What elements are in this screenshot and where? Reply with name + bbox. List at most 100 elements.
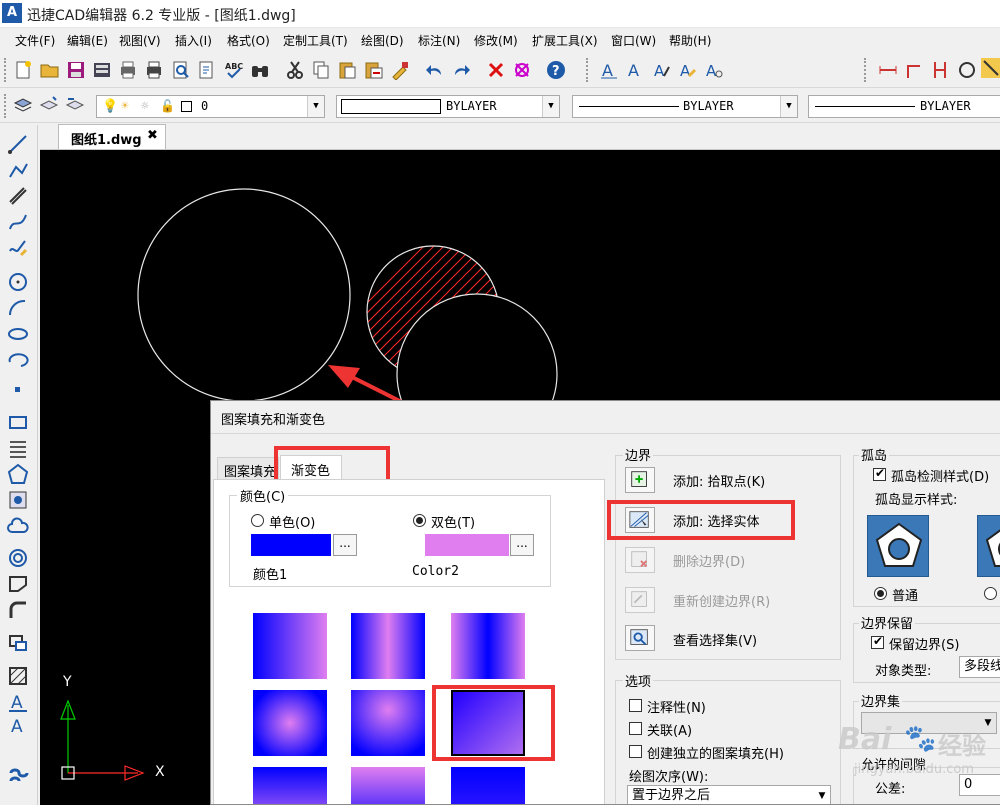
associative-checkbox[interactable] bbox=[629, 722, 642, 735]
angular-dimension-icon[interactable] bbox=[981, 58, 1000, 78]
menu-extension-tools[interactable]: 扩展工具(X) bbox=[532, 32, 598, 49]
save-icon[interactable] bbox=[66, 60, 86, 80]
draw-order-select[interactable]: 置于边界之后 ▼ bbox=[627, 785, 831, 804]
toolbar-grip[interactable] bbox=[864, 58, 868, 82]
radius-dimension-icon[interactable] bbox=[957, 60, 977, 80]
toolbar-grip[interactable] bbox=[4, 94, 8, 118]
view-selection-button[interactable] bbox=[625, 625, 655, 651]
layer-previous-icon[interactable] bbox=[65, 95, 85, 115]
document-tab[interactable]: 图纸1.dwg ✖ bbox=[58, 124, 166, 149]
color1-swatch[interactable] bbox=[251, 534, 331, 556]
revision-cloud-icon[interactable] bbox=[7, 515, 29, 537]
menu-window[interactable]: 窗口(W) bbox=[611, 32, 656, 49]
island-style-outer-preview[interactable] bbox=[977, 515, 1000, 577]
undo-icon[interactable] bbox=[425, 60, 445, 80]
erase-selection-icon[interactable] bbox=[512, 60, 532, 80]
paste-special-icon[interactable] bbox=[364, 60, 384, 80]
sketch-icon[interactable] bbox=[7, 237, 29, 259]
toolbar-grip[interactable] bbox=[586, 58, 590, 82]
hatch-pattern[interactable] bbox=[270, 240, 580, 400]
aligned-dimension-icon[interactable] bbox=[904, 60, 924, 80]
close-icon[interactable]: ✖ bbox=[147, 128, 158, 143]
object-type-select[interactable]: 多段线 bbox=[959, 656, 1000, 678]
gradient-preset-hemispherical[interactable] bbox=[351, 690, 425, 756]
tab-hatch[interactable]: 图案填充 bbox=[217, 457, 279, 480]
rectangle-icon[interactable] bbox=[7, 411, 29, 433]
independent-hatch-checkbox[interactable] bbox=[629, 745, 642, 758]
layer-state-icon[interactable] bbox=[39, 95, 59, 115]
remove-boundaries-button[interactable] bbox=[625, 547, 655, 573]
annotative-checkbox[interactable] bbox=[629, 699, 642, 712]
color2-swatch[interactable] bbox=[425, 534, 509, 556]
publish-icon[interactable] bbox=[197, 60, 217, 80]
print-icon[interactable] bbox=[144, 60, 164, 80]
circle-icon[interactable] bbox=[7, 271, 29, 293]
ellipse-arc-icon[interactable] bbox=[7, 349, 29, 371]
batch-icon[interactable] bbox=[92, 60, 112, 80]
ellipse-icon[interactable] bbox=[7, 323, 29, 345]
text-style-icon[interactable]: A bbox=[704, 60, 724, 80]
polyline-icon[interactable] bbox=[7, 159, 29, 181]
gradient-preset-curved[interactable] bbox=[451, 767, 525, 804]
single-line-text-icon[interactable]: A bbox=[625, 60, 645, 80]
ordinate-dimension-icon[interactable] bbox=[930, 60, 950, 80]
delete-icon[interactable] bbox=[486, 60, 506, 80]
multiline-text-icon[interactable]: A bbox=[7, 691, 29, 713]
menu-dimension[interactable]: 标注(N) bbox=[418, 32, 460, 49]
menu-view[interactable]: 视图(V) bbox=[119, 32, 161, 49]
menu-edit[interactable]: 编辑(E) bbox=[67, 32, 108, 49]
menu-custom-tools[interactable]: 定制工具(T) bbox=[283, 32, 348, 49]
block-icon[interactable] bbox=[7, 631, 29, 653]
circle-large[interactable] bbox=[137, 188, 351, 402]
layer-manager-icon[interactable] bbox=[13, 95, 33, 115]
gradient-preset-vertical-inverse[interactable] bbox=[351, 767, 425, 804]
fillet-icon[interactable] bbox=[7, 599, 29, 621]
add-pick-points-button[interactable] bbox=[625, 467, 655, 493]
gradient-preset-inverted-cylinder[interactable] bbox=[451, 613, 525, 679]
helix-icon[interactable] bbox=[7, 437, 29, 459]
recreate-boundary-label[interactable]: 重新创建边界(R) bbox=[673, 591, 770, 610]
linear-dimension-icon[interactable] bbox=[878, 60, 898, 80]
copy-icon[interactable] bbox=[311, 60, 331, 80]
gradient-preset-cylinder[interactable] bbox=[351, 613, 425, 679]
recreate-boundary-button[interactable] bbox=[625, 587, 655, 613]
remove-boundaries-label[interactable]: 删除边界(D) bbox=[673, 551, 745, 570]
print-preview-icon[interactable] bbox=[118, 60, 138, 80]
binoculars-icon[interactable] bbox=[250, 60, 270, 80]
gradient-preset-spherical[interactable] bbox=[253, 690, 327, 756]
gradient-preset-vertical[interactable] bbox=[253, 767, 327, 804]
redo-icon[interactable] bbox=[451, 60, 471, 80]
menu-modify[interactable]: 修改(M) bbox=[474, 32, 518, 49]
spline-icon[interactable] bbox=[7, 211, 29, 233]
layer-select[interactable]: 💡 ☀ ☼ 🔓 0 ▼ bbox=[96, 95, 325, 118]
point-icon[interactable] bbox=[7, 379, 29, 401]
menu-format[interactable]: 格式(O) bbox=[227, 32, 270, 49]
new-file-icon[interactable] bbox=[13, 60, 33, 80]
menu-file[interactable]: 文件(F) bbox=[15, 32, 55, 49]
lineweight-select[interactable]: BYLAYER bbox=[808, 95, 1000, 118]
donut-icon[interactable] bbox=[7, 547, 29, 569]
menu-help[interactable]: 帮助(H) bbox=[669, 32, 711, 49]
match-properties-icon[interactable] bbox=[390, 60, 410, 81]
region-icon[interactable] bbox=[7, 489, 29, 511]
add-pick-points-label[interactable]: 添加: 拾取点(K) bbox=[673, 471, 765, 490]
toolbar-grip[interactable] bbox=[4, 58, 8, 82]
island-style-normal-preview[interactable] bbox=[867, 515, 929, 577]
island-detection-checkbox[interactable]: ✔ bbox=[873, 466, 886, 481]
paste-icon[interactable] bbox=[337, 60, 357, 80]
island-outer-radio[interactable] bbox=[984, 587, 997, 600]
gradient-preset-linear[interactable] bbox=[253, 613, 327, 679]
single-color-radio[interactable] bbox=[251, 514, 264, 527]
zoom-preview-icon[interactable] bbox=[171, 60, 191, 80]
color-select[interactable]: BYLAYER ▼ bbox=[336, 95, 560, 118]
island-normal-radio[interactable] bbox=[874, 587, 887, 600]
find-text-icon[interactable]: A bbox=[678, 60, 698, 80]
hatch-icon[interactable] bbox=[7, 665, 29, 687]
retain-boundary-checkbox[interactable]: ✔ bbox=[871, 634, 884, 649]
help-icon[interactable]: ? bbox=[546, 60, 566, 80]
align-icon[interactable] bbox=[7, 765, 29, 787]
cut-icon[interactable] bbox=[285, 60, 305, 80]
multiline-icon[interactable] bbox=[7, 185, 29, 207]
color2-more-button[interactable]: ... bbox=[510, 534, 534, 556]
two-color-radio[interactable] bbox=[413, 514, 426, 527]
